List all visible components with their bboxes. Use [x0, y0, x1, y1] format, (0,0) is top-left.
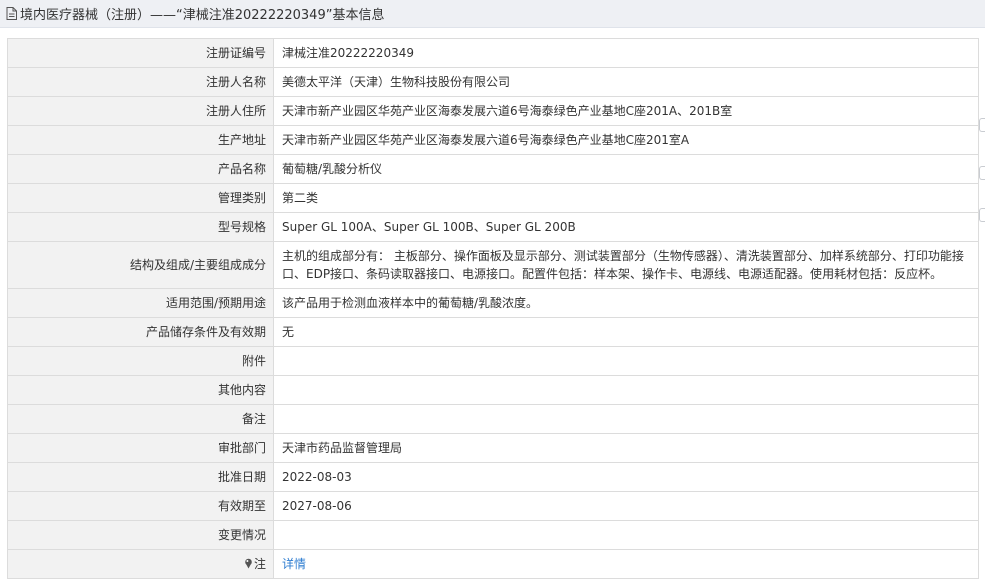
table-row: 注册证编号 津械注准20222220349: [7, 38, 979, 68]
table-row: 审批部门 天津市药品监督管理局: [7, 433, 979, 463]
field-value: 天津市新产业园区华苑产业区海泰发展六道6号海泰绿色产业基地C座201室A: [273, 125, 979, 155]
field-value: 葡萄糖/乳酸分析仪: [273, 154, 979, 184]
field-label: 生产地址: [7, 125, 274, 155]
field-value: 天津市药品监督管理局: [273, 433, 979, 463]
field-label: 产品储存条件及有效期: [7, 317, 274, 347]
table-row: 变更情况: [7, 520, 979, 550]
field-label: 其他内容: [7, 375, 274, 405]
pin-icon: [245, 558, 252, 569]
field-label: 审批部门: [7, 433, 274, 463]
field-value: 2022-08-03: [273, 462, 979, 492]
field-value: 美德太平洋（天津）生物科技股份有限公司: [273, 67, 979, 97]
table-row: 其他内容: [7, 375, 979, 405]
field-label: 适用范围/预期用途: [7, 288, 274, 318]
field-label: 结构及组成/主要组成成分: [7, 241, 274, 289]
side-tab[interactable]: [979, 118, 985, 132]
field-label: 有效期至: [7, 491, 274, 521]
table-row: 适用范围/预期用途 该产品用于检测血液样本中的葡萄糖/乳酸浓度。: [7, 288, 979, 318]
field-value: 该产品用于检测血液样本中的葡萄糖/乳酸浓度。: [273, 288, 979, 318]
field-label: 管理类别: [7, 183, 274, 213]
side-tab[interactable]: [979, 166, 985, 180]
field-label: 注册人名称: [7, 67, 274, 97]
page-header: 境内医疗器械（注册）——“津械注准20222220349”基本信息: [0, 0, 985, 28]
table-row: 结构及组成/主要组成成分 主机的组成部分有： 主板部分、操作面板及显示部分、测试…: [7, 241, 979, 289]
page-title: 境内医疗器械（注册）——“津械注准20222220349”基本信息: [20, 8, 385, 23]
field-label: 批准日期: [7, 462, 274, 492]
table-row: 有效期至 2027-08-06: [7, 491, 979, 521]
details-link[interactable]: 详情: [282, 557, 306, 571]
table-row: 产品名称 葡萄糖/乳酸分析仪: [7, 154, 979, 184]
field-value: [273, 404, 979, 434]
registration-info-table: 注册证编号 津械注准20222220349 注册人名称 美德太平洋（天津）生物科…: [7, 38, 979, 579]
field-value: 无: [273, 317, 979, 347]
table-row: 生产地址 天津市新产业园区华苑产业区海泰发展六道6号海泰绿色产业基地C座201室…: [7, 125, 979, 155]
table-row: 型号规格 Super GL 100A、Super GL 100B、Super G…: [7, 212, 979, 242]
table-row: 批准日期 2022-08-03: [7, 462, 979, 492]
field-label: 注册证编号: [7, 38, 274, 68]
table-row: 管理类别 第二类: [7, 183, 979, 213]
field-value: Super GL 100A、Super GL 100B、Super GL 200…: [273, 212, 979, 242]
field-value: [273, 520, 979, 550]
field-value: 2027-08-06: [273, 491, 979, 521]
field-label: 产品名称: [7, 154, 274, 184]
field-label: 附件: [7, 346, 274, 376]
note-label-cell: 注: [7, 549, 274, 579]
field-label: 变更情况: [7, 520, 274, 550]
document-icon: [6, 7, 17, 20]
note-label: 注: [253, 557, 266, 571]
field-value: [273, 375, 979, 405]
field-value: [273, 346, 979, 376]
field-label: 型号规格: [7, 212, 274, 242]
table-row: 注册人住所 天津市新产业园区华苑产业区海泰发展六道6号海泰绿色产业基地C座201…: [7, 96, 979, 126]
table-row: 注册人名称 美德太平洋（天津）生物科技股份有限公司: [7, 67, 979, 97]
field-label: 注册人住所: [7, 96, 274, 126]
field-label: 备注: [7, 404, 274, 434]
field-value: 主机的组成部分有： 主板部分、操作面板及显示部分、测试装置部分（生物传感器）、清…: [273, 241, 979, 289]
table-row: 产品储存条件及有效期 无: [7, 317, 979, 347]
field-value: 津械注准20222220349: [273, 38, 979, 68]
field-value: 天津市新产业园区华苑产业区海泰发展六道6号海泰绿色产业基地C座201A、201B…: [273, 96, 979, 126]
side-tab[interactable]: [979, 208, 985, 222]
table-row: 注 详情: [7, 549, 979, 579]
table-row: 附件: [7, 346, 979, 376]
note-value: 详情: [273, 549, 979, 579]
field-value: 第二类: [273, 183, 979, 213]
table-row: 备注: [7, 404, 979, 434]
